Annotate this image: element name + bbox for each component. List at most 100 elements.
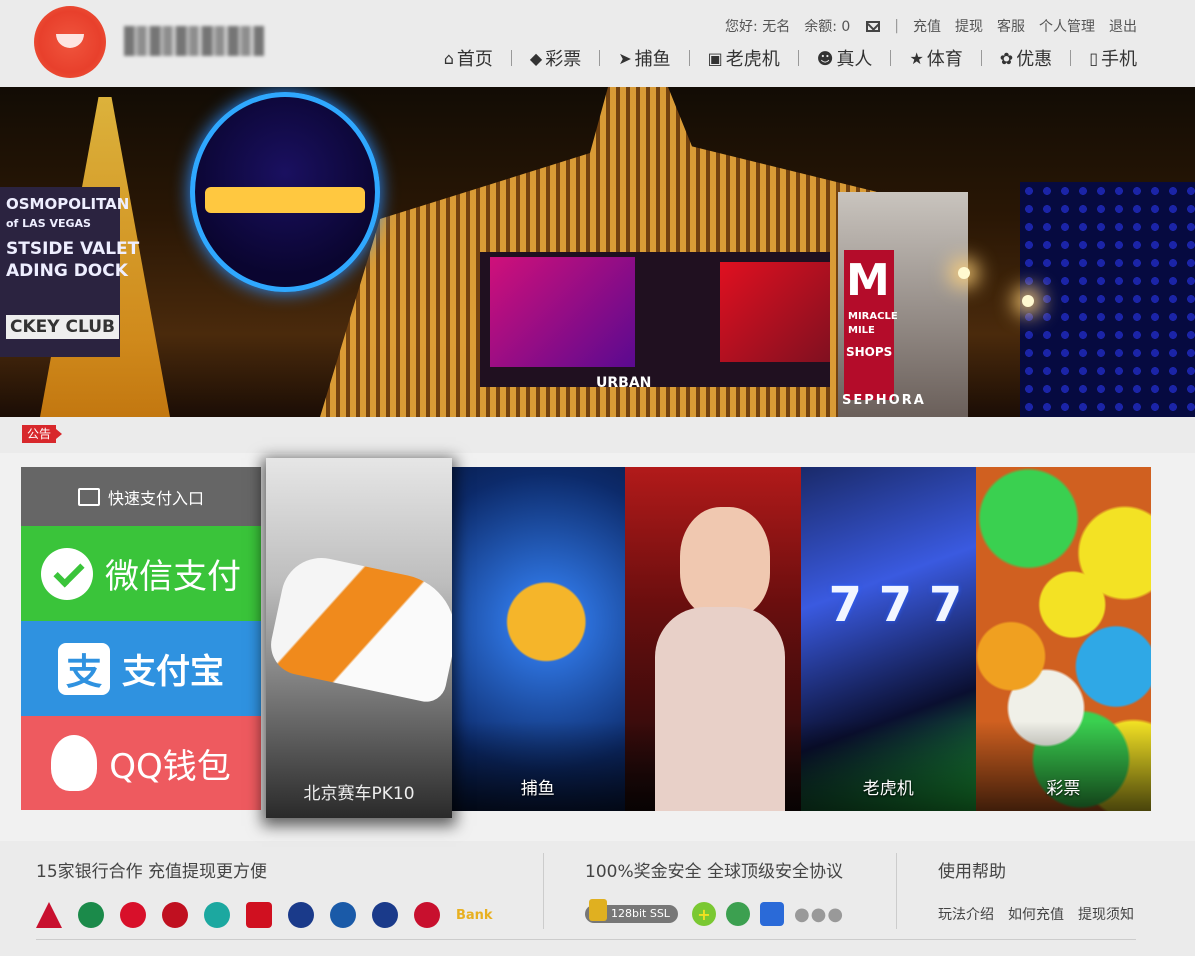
- recharge-link[interactable]: 充值: [913, 16, 941, 36]
- banks-section: 15家银行合作 充值提现更方便 Bank: [36, 857, 493, 928]
- sign-text: CKEY CLUB: [6, 315, 119, 339]
- alipay-button[interactable]: 支 支付宝: [21, 621, 261, 716]
- nav-divider: [797, 50, 799, 66]
- pay-label: QQ钱包: [109, 746, 231, 787]
- mail-icon[interactable]: [866, 20, 881, 32]
- divider: |: [894, 18, 899, 34]
- nav-label: 捕鱼: [634, 49, 671, 70]
- ssl-badge: 128bit SSL: [585, 899, 678, 923]
- bank-agri-icon: [78, 902, 104, 928]
- pay-label: 微信支付: [105, 557, 241, 597]
- logout-link[interactable]: 退出: [1109, 16, 1137, 36]
- quick-pay-title: 快速支付入口: [107, 488, 204, 508]
- nav-label: 彩票: [545, 49, 582, 70]
- site-logo[interactable]: [34, 6, 269, 78]
- logo-mark-icon: [34, 6, 106, 78]
- nav-divider: [688, 50, 690, 66]
- nav-sports[interactable]: ★ 体育: [909, 45, 962, 71]
- game-card-fishing[interactable]: 捕鱼: [450, 467, 626, 811]
- greeting-text: 您好: 无名: [725, 19, 791, 35]
- help-link-rules[interactable]: 玩法介绍: [938, 904, 994, 924]
- notice-bar: 公告: [0, 417, 1195, 453]
- balloon-graphic: [190, 92, 380, 292]
- footer-divider: [896, 853, 897, 929]
- nav-label: 优惠: [1016, 49, 1053, 70]
- security-plus-icon: +: [691, 902, 716, 926]
- wechat-pay-button[interactable]: 微信支付: [21, 526, 261, 621]
- notice-tag: 公告: [22, 425, 63, 443]
- sign-text: STSIDE VALET: [6, 239, 140, 259]
- nav-label: 老虎机: [725, 49, 780, 70]
- help-link-recharge[interactable]: 如何充值: [1008, 904, 1064, 924]
- logo-wordmark: [124, 26, 264, 56]
- bank-logos: Bank: [36, 902, 493, 928]
- bank-ccb-icon: [288, 902, 314, 928]
- security-title: 100%奖金安全 全球顶级安全协议: [585, 862, 844, 882]
- sports-icon: ★: [909, 48, 924, 68]
- billboard-screen: [720, 262, 830, 362]
- site-header: 您好: 无名 余额: 0 | 充值 提现 客服 个人管理 退出 ⌂ 首页 ◆ 彩票 …: [0, 0, 1195, 87]
- street-lamp: [958, 267, 970, 279]
- hero-banner[interactable]: OSMOPOLITAN of LAS VEGAS STSIDE VALET AD…: [0, 87, 1195, 417]
- bank-comm-icon: [120, 902, 146, 928]
- main-nav: ⌂ 首页 ◆ 彩票 ➤ 捕鱼 ▣ 老虎机 ☻ 真人 ★ 体育 ✿ 优惠 ▯ 手机: [444, 45, 1137, 71]
- sign-text: of LAS VEGAS: [6, 217, 91, 230]
- led-facade: [1020, 182, 1195, 417]
- nav-home[interactable]: ⌂ 首页: [444, 45, 493, 71]
- edit-icon: [77, 487, 100, 506]
- fish-icon: ➤: [618, 48, 632, 68]
- qq-wallet-button[interactable]: QQ钱包: [21, 716, 261, 810]
- phone-icon: ▯: [1089, 48, 1098, 68]
- nav-fishing[interactable]: ➤ 捕鱼: [618, 45, 670, 71]
- card-label: 北京赛车PK10: [303, 784, 415, 804]
- sign-text: URBAN: [596, 375, 652, 391]
- nav-slots[interactable]: ▣ 老虎机: [708, 45, 780, 71]
- bank-boc-icon: [162, 902, 188, 928]
- qq-icon: [51, 735, 98, 791]
- nav-divider: [510, 50, 512, 66]
- card-label: 真人: [696, 779, 730, 799]
- footer-divider: [543, 853, 544, 929]
- bank-generic-label: Bank: [456, 907, 493, 923]
- user-bar: 您好: 无名 余额: 0 | 充值 提现 客服 个人管理 退出: [725, 16, 1137, 36]
- card-label: 彩票: [1046, 779, 1081, 799]
- nav-divider: [980, 50, 982, 66]
- nav-divider: [599, 50, 601, 66]
- game-card-live[interactable]: 真人: [625, 467, 801, 811]
- security-badges: 128bit SSL + ●●●: [585, 899, 844, 926]
- nav-label: 手机: [1101, 49, 1137, 70]
- nav-divider: [1070, 50, 1072, 66]
- quick-pay-header: 快速支付入口: [21, 467, 261, 526]
- withdraw-link[interactable]: 提现: [955, 16, 983, 36]
- help-title: 使用帮助: [938, 862, 1006, 882]
- nav-mobile[interactable]: ▯ 手机: [1089, 45, 1137, 71]
- game-card-lottery[interactable]: 彩票: [975, 467, 1152, 811]
- nav-promo[interactable]: ✿ 优惠: [1000, 45, 1052, 71]
- shield-icon: [759, 902, 784, 926]
- help-section: 使用帮助 玩法介绍 如何充值 提现须知: [938, 857, 1148, 924]
- wechat-icon: [41, 547, 93, 600]
- lottery-icon: ◆: [529, 48, 543, 68]
- nav-lottery[interactable]: ◆ 彩票: [530, 45, 581, 71]
- nav-label: 体育: [926, 49, 963, 70]
- alipay-icon: 支: [58, 642, 110, 695]
- home-icon: ⌂: [443, 48, 454, 68]
- cosmopolitan-sign: OSMOPOLITAN of LAS VEGAS STSIDE VALET AD…: [0, 187, 139, 357]
- live-dealer-icon: ☻: [816, 48, 834, 68]
- help-links: 玩法介绍 如何充值 提现须知: [938, 904, 1148, 924]
- nav-label: 首页: [456, 49, 493, 70]
- help-link-withdraw[interactable]: 提现须知: [1078, 904, 1134, 924]
- account-link[interactable]: 个人管理: [1039, 16, 1095, 36]
- nav-live[interactable]: ☻ 真人: [817, 45, 873, 71]
- sign-text: SHOPS: [846, 345, 893, 359]
- street-lamp: [1022, 295, 1034, 307]
- sign-text: MILE: [848, 325, 875, 336]
- bank-bocom-icon: [372, 902, 398, 928]
- nav-label: 真人: [836, 49, 873, 70]
- site-footer: 15家银行合作 充值提现更方便 Bank 100%奖金安全 全球顶级安全协议 1…: [0, 841, 1195, 956]
- support-link[interactable]: 客服: [997, 16, 1025, 36]
- game-card-pk10[interactable]: 北京赛车PK10: [266, 458, 452, 818]
- game-card-slots[interactable]: 老虎机: [800, 467, 976, 811]
- card-label: 捕鱼: [520, 779, 555, 799]
- bank-cmb-icon: [414, 902, 440, 928]
